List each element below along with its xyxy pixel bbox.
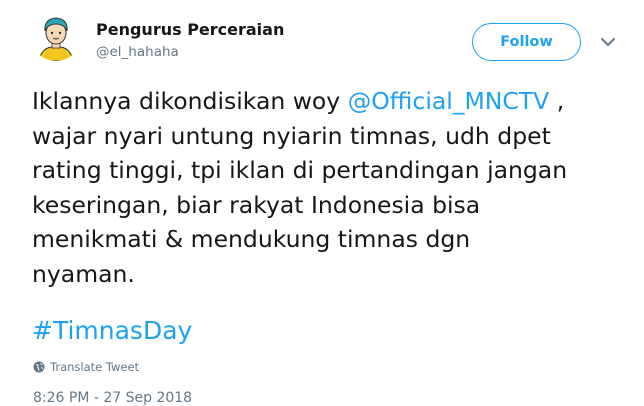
tweet-text-segment: , [549, 87, 565, 115]
avatar[interactable] [31, 11, 81, 61]
hashtag-link[interactable]: #TimnasDay [32, 316, 192, 345]
user-handle[interactable]: @el_hahaha [96, 44, 179, 60]
tweet-text-line: nyaman. [32, 259, 135, 288]
tweet-text-line: rating tinggi, tpi iklan di pertandingan… [32, 156, 568, 184]
mention-link[interactable]: @Official_MNCTV [348, 87, 550, 115]
tweet-text-line: wajar nyari untung nyiarin timnas, udh d… [32, 121, 551, 150]
tweet-timestamp[interactable]: 8:26 PM - 27 Sep 2018 [33, 390, 192, 406]
translate-label: Translate Tweet [50, 360, 140, 374]
follow-button[interactable]: Follow [472, 23, 581, 61]
tweet-text-line: Iklannya dikondisikan woy @Official_MNCT… [32, 84, 637, 119]
tweet-text: Iklannya dikondisikan woy @Official_MNCT… [32, 84, 637, 291]
tweet-card: Pengurus Perceraian @el_hahaha Follow Ik… [0, 0, 644, 406]
display-name[interactable]: Pengurus Perceraian [96, 20, 284, 39]
tweet-menu-button[interactable] [599, 34, 617, 48]
tweet-text-line: menikmati & mendukung timnas dgn [32, 225, 471, 253]
cartoon-avatar-icon [31, 11, 81, 61]
globe-icon [33, 361, 45, 373]
tweet-text-line: keseringan, biar rakyat Indonesia bisa [32, 190, 481, 219]
chevron-down-icon [601, 38, 615, 46]
tweet-text-segment: Iklannya dikondisikan woy [32, 87, 348, 115]
translate-tweet-button[interactable]: Translate Tweet [33, 360, 139, 374]
